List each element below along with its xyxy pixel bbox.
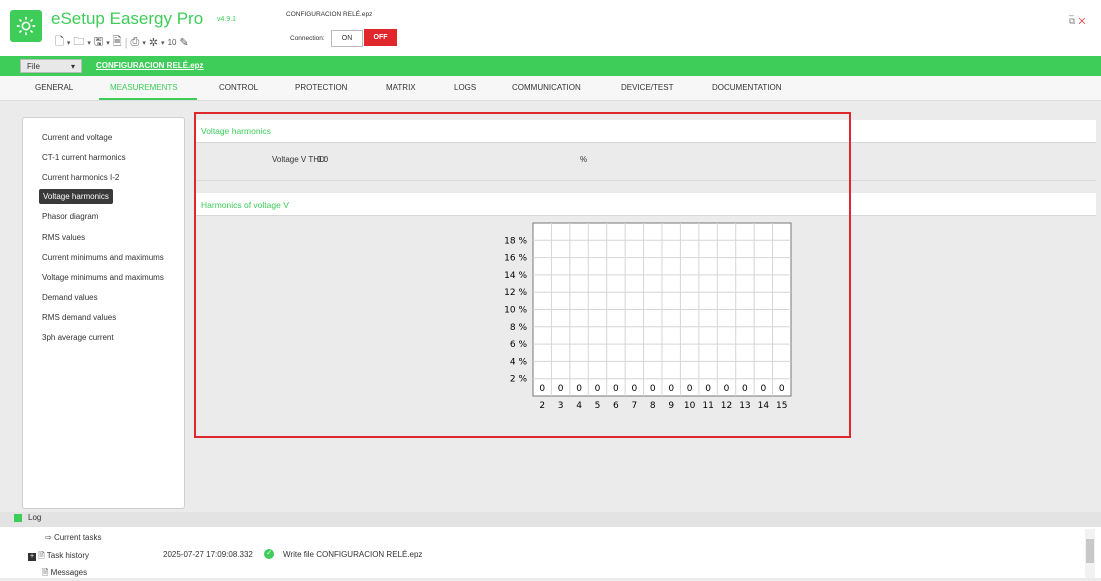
sidebar-item-ct1-current-harmonics[interactable]: CT-1 current harmonics: [42, 153, 126, 162]
current-tasks-label: Current tasks: [53, 533, 102, 542]
tab-measurements[interactable]: MEASUREMENTS: [110, 83, 178, 92]
tab-communication[interactable]: COMMUNICATION: [512, 83, 581, 92]
log-collapse-icon[interactable]: [14, 514, 22, 522]
task-history-label: Task history: [46, 551, 89, 560]
log-scrollbar-thumb[interactable]: [1086, 539, 1094, 563]
window-controls[interactable]: _ ⧉✕: [1069, 6, 1101, 27]
current-file-link[interactable]: CONFIGURACION RELÉ.epz: [96, 61, 204, 70]
log-messages[interactable]: 🗎 Messages: [42, 567, 87, 581]
connection-off-button[interactable]: OFF: [364, 29, 397, 46]
chevron-down-icon[interactable]: ▾: [67, 39, 71, 47]
chevron-down-icon[interactable]: ▾: [161, 39, 165, 47]
save-icon[interactable]: 🖫: [94, 33, 103, 52]
sidebar-item-demand-values[interactable]: Demand values: [42, 293, 98, 302]
log-write-message: Write file CONFIGURACION RELÉ.epz: [283, 550, 423, 559]
app-version: v4.9.1: [217, 16, 237, 23]
binary-icon[interactable]: 10: [168, 38, 177, 47]
log-task-history[interactable]: + 🗎 Task history: [28, 550, 89, 564]
tab-logs[interactable]: LOGS: [454, 83, 476, 92]
sidebar-item-current-and-voltage[interactable]: Current and voltage: [42, 133, 112, 142]
quick-toolbar: 🗋 ▾ 🗀 ▾ 🖫 ▾ 🗎 | ⎙ ▾ ✲ ▾ 10 ✎: [55, 33, 189, 52]
sidebar-item-3ph-average-current[interactable]: 3ph average current: [42, 333, 114, 342]
tasks-arrow-icon: ⇨: [45, 533, 54, 542]
tab-matrix[interactable]: MATRIX: [386, 83, 416, 92]
connection-on-button[interactable]: ON: [331, 30, 363, 47]
expand-plus-icon[interactable]: +: [28, 553, 36, 561]
app-name: eSetup Easergy Pro: [51, 9, 204, 28]
app-logo-icon: [10, 10, 42, 42]
log-title: Log: [28, 513, 42, 522]
chevron-down-icon[interactable]: ▾: [87, 39, 91, 47]
messages-icon: 🗎: [42, 568, 51, 577]
sidebar-item-voltage-min-max[interactable]: Voltage minimums and maximums: [42, 273, 164, 282]
print-icon[interactable]: ⎙: [131, 36, 140, 49]
active-tab-indicator: [99, 98, 197, 100]
close-icon[interactable]: ✕: [1078, 16, 1088, 26]
file-menu-button[interactable]: File ▾: [20, 59, 82, 73]
log-timestamp: 2025-07-27 17:09:08.332: [163, 550, 253, 559]
export-icon[interactable]: 🗎: [113, 33, 122, 52]
settings-icon[interactable]: ✲: [149, 36, 158, 49]
sidebar-item-rms-values[interactable]: RMS values: [42, 233, 85, 242]
tab-control[interactable]: CONTROL: [219, 83, 258, 92]
tools-icon[interactable]: ✎: [179, 36, 188, 49]
sidebar-item-current-harmonics-i2[interactable]: Current harmonics I-2: [42, 173, 119, 182]
sidebar-item-phasor-diagram[interactable]: Phasor diagram: [42, 212, 98, 221]
chevron-down-icon[interactable]: ▾: [142, 39, 146, 47]
open-folder-icon[interactable]: 🗀: [73, 33, 84, 52]
file-menu-label: File: [27, 61, 40, 71]
success-check-icon: ✓: [264, 549, 274, 559]
history-icon: 🗎: [38, 551, 45, 560]
log-header: [0, 512, 1101, 527]
tab-device-test[interactable]: DEVICE/TEST: [621, 83, 673, 92]
new-file-icon[interactable]: 🗋: [55, 33, 64, 52]
messages-label: Messages: [50, 568, 88, 577]
sidebar-item-voltage-harmonics[interactable]: Voltage harmonics: [39, 189, 113, 204]
chevron-down-icon: ▾: [70, 61, 75, 71]
config-file-title: CONFIGURACION RELÉ.epz: [286, 11, 373, 18]
toolbar-divider: |: [124, 36, 128, 49]
sidebar-item-rms-demand-values[interactable]: RMS demand values: [42, 313, 116, 322]
highlight-box: [194, 112, 851, 438]
log-current-tasks[interactable]: ⇨ Current tasks: [45, 533, 102, 542]
sidebar-item-current-min-max[interactable]: Current minimums and maximums: [42, 253, 164, 262]
tab-general[interactable]: GENERAL: [35, 83, 73, 92]
tab-documentation[interactable]: DOCUMENTATION: [712, 83, 781, 92]
connection-label: Connection:: [290, 35, 325, 42]
chevron-down-icon[interactable]: ▾: [106, 39, 110, 47]
tab-protection[interactable]: PROTECTION: [295, 83, 347, 92]
